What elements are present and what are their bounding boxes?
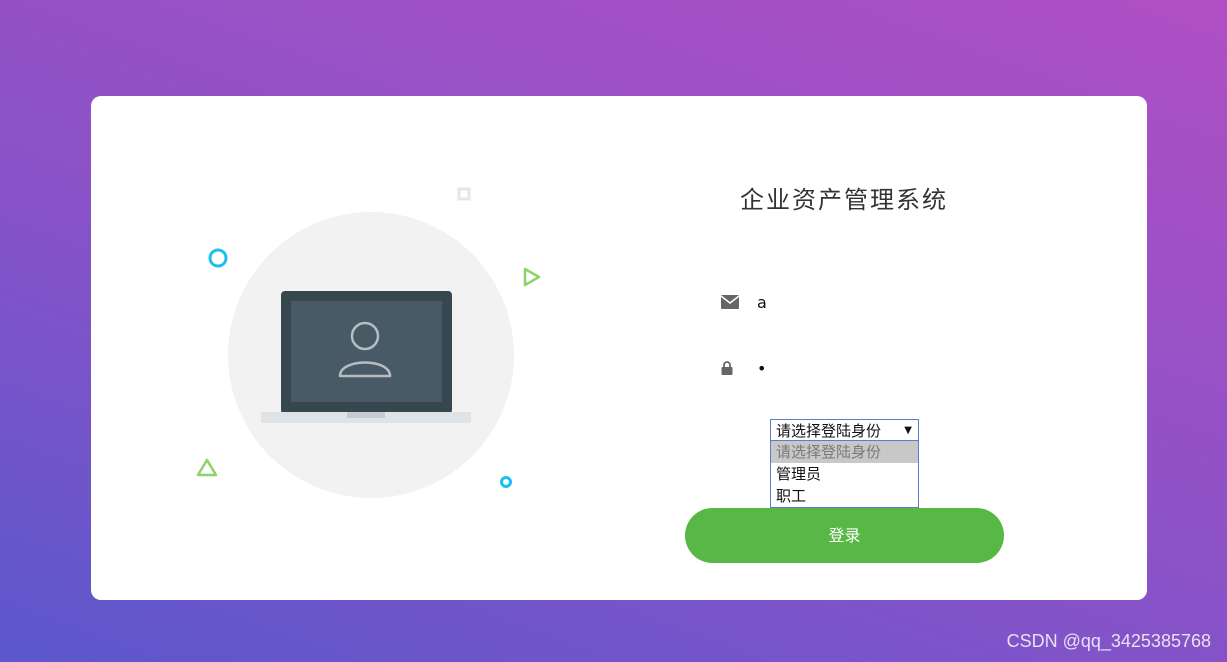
role-option-placeholder[interactable]: 请选择登陆身份 [771,441,918,463]
watermark-text: CSDN @qq_3425385768 [1006,631,1211,651]
deco-ring-small [500,476,512,488]
role-option-admin[interactable]: 管理员 [771,463,918,485]
username-input[interactable] [757,290,997,314]
laptop-icon [261,291,471,423]
email-field[interactable] [720,290,1021,316]
deco-triangle-right [523,267,541,287]
login-button[interactable]: 登录 [685,508,1004,563]
deco-square [457,187,471,201]
role-select[interactable]: 请选择登陆身份 ▼ 请选择登陆身份 管理员 职工 [770,419,919,508]
page-title: 企业资产管理系统 [740,186,948,214]
role-option-staff[interactable]: 职工 [771,485,918,507]
password-input[interactable] [757,356,997,380]
dropdown-arrow-icon: ▼ [904,425,912,436]
deco-triangle-up [196,458,218,477]
illustration-svg [196,187,541,498]
login-card: 企业资产管理系统 请选择登陆身份 ▼ 请选择登陆身份 管理员 职工 [91,96,1147,600]
role-dropdown-list: 请选择登陆身份 管理员 职工 [770,441,919,508]
envelope-icon [720,294,740,313]
role-select-value: 请选择登陆身份 [776,422,882,440]
deco-ring-large [208,248,228,268]
lock-icon [721,360,733,379]
login-illustration [91,96,651,600]
password-field[interactable] [721,356,1021,382]
role-select-box[interactable]: 请选择登陆身份 ▼ [770,419,919,441]
